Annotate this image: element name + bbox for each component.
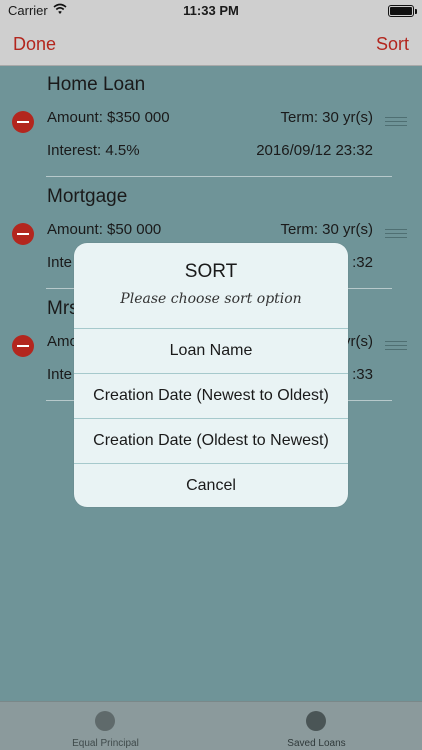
sort-option-newest-first[interactable]: Creation Date (Newest to Oldest) <box>74 373 348 418</box>
alert-message: Please choose sort option <box>120 291 302 307</box>
circle-icon <box>95 711 115 731</box>
alert-title: SORT <box>184 261 238 282</box>
tab-label: Equal Principal <box>72 738 139 749</box>
tab-saved-loans[interactable]: Saved Loans <box>211 702 422 750</box>
tab-label: Saved Loans <box>287 738 346 749</box>
tab-bar: Equal Principal Saved Loans <box>0 701 422 750</box>
sort-option-oldest-first[interactable]: Creation Date (Oldest to Newest) <box>74 418 348 463</box>
tab-equal-principal[interactable]: Equal Principal <box>0 702 211 750</box>
cancel-button[interactable]: Cancel <box>74 463 348 507</box>
sort-option-loan-name[interactable]: Loan Name <box>74 328 348 373</box>
sort-alert: SORT Please choose sort option Loan Name… <box>74 243 348 507</box>
circle-icon <box>306 711 326 731</box>
